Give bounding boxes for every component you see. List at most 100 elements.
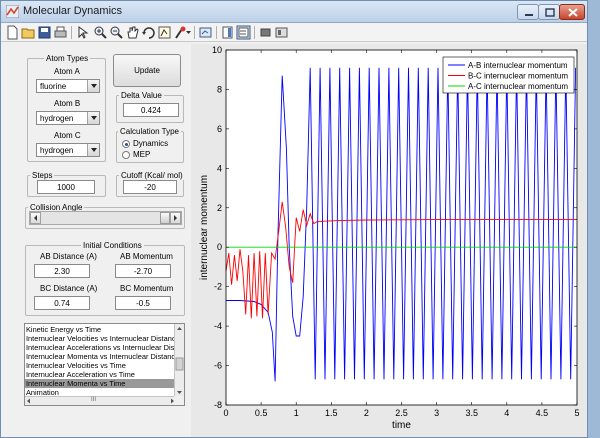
x-tick-label: 1 <box>294 408 299 418</box>
plot-type-listbox[interactable]: Kinetic Energy vs Time Internuclear Velo… <box>24 323 185 406</box>
x-tick-label: 2 <box>364 408 369 418</box>
atom-b-select[interactable]: hydrogen <box>36 111 100 125</box>
close-button[interactable] <box>559 4 585 20</box>
delta-value-input[interactable]: 0.424 <box>123 103 179 117</box>
minimize-icon <box>525 14 533 16</box>
scroll-arrows-icon <box>27 398 174 404</box>
insert-colorbar-icon[interactable] <box>220 25 235 40</box>
atom-a-value: fluorine <box>40 82 67 91</box>
collision-angle-slider[interactable] <box>29 211 182 225</box>
x-tick-label: 5 <box>574 408 579 418</box>
window-title: Molecular Dynamics <box>23 5 123 17</box>
bc-distance-input[interactable]: 0.74 <box>34 296 90 310</box>
list-item[interactable]: Kinetic Energy vs Time <box>25 325 175 334</box>
ab-momentum-input[interactable]: -2.70 <box>115 264 171 278</box>
maximize-icon <box>545 8 555 17</box>
update-button[interactable]: Update <box>113 54 181 87</box>
toolbar-separator <box>254 26 255 39</box>
x-tick-label: 4 <box>504 408 509 418</box>
brush-dropdown-icon[interactable] <box>185 25 192 40</box>
hide-plot-tools-icon[interactable] <box>258 25 273 40</box>
list-vertical-scrollbar[interactable] <box>174 324 184 397</box>
show-plot-tools-icon[interactable] <box>274 25 289 40</box>
y-tick-label: -4 <box>214 321 222 331</box>
bc-momentum-label: BC Momentum <box>120 284 174 293</box>
arrow-left-icon <box>34 215 37 221</box>
close-icon <box>568 8 578 17</box>
momentum-chart[interactable]: 0 0.5 1 1.5 2 2.5 3 3.5 4 4.5 5 -8 -6 -4 -2 0 2 4 6 8 10 time… <box>191 44 587 437</box>
scroll-corner <box>174 396 184 405</box>
steps-panel: Steps 1000 <box>27 171 106 197</box>
x-tick-label: 0 <box>223 408 228 418</box>
ab-momentum-label: AB Momentum <box>120 252 173 261</box>
steps-input[interactable]: 1000 <box>37 180 95 194</box>
y-tick-label: 8 <box>217 84 222 94</box>
list-item[interactable]: Internuclear Momenta vs Internuclear Dis… <box>25 352 175 361</box>
figure-toolbar <box>1 23 587 42</box>
legend-entry: A-B internuclear momentum <box>468 61 568 70</box>
slider-left-button[interactable] <box>30 212 41 224</box>
list-horizontal-scrollbar[interactable]: III <box>25 396 176 405</box>
atom-types-panel: Atom Types Atom A fluorine Atom B hydrog… <box>27 54 106 162</box>
y-tick-label: -8 <box>214 400 222 410</box>
main-window: Molecular Dynamics Atom Types Atom A flu… <box>0 0 588 438</box>
chevron-down-icon <box>87 112 99 124</box>
atom-a-label: Atom A <box>54 67 80 76</box>
cutoff-panel: Cutoff (Kcal/ mol) -20 <box>116 171 185 197</box>
y-axis-label: internuclear momentum <box>199 175 210 280</box>
slider-thumb[interactable] <box>160 212 170 224</box>
x-tick-label: 4.5 <box>536 408 549 418</box>
list-item[interactable]: Internuclear Velocities vs Time <box>25 361 175 370</box>
bc-momentum-input[interactable]: -0.5 <box>115 296 171 310</box>
atom-c-value: hydrogen <box>40 146 74 155</box>
chevron-down-icon <box>87 80 99 92</box>
dynamics-label: Dynamics <box>133 139 169 148</box>
list-item[interactable]: Internuclear Acceleration vs Time <box>25 370 175 379</box>
rotate-3d-icon[interactable] <box>141 25 156 40</box>
atom-b-label: Atom B <box>54 99 81 108</box>
legend-entry: A-C internuclear momentum <box>468 82 568 91</box>
cutoff-input[interactable]: -20 <box>123 180 177 194</box>
legend-entry: B-C internuclear momentum <box>468 72 568 81</box>
atom-c-label: Atom C <box>54 131 81 140</box>
x-tick-label: 1.5 <box>325 408 338 418</box>
y-tick-label: 0 <box>217 242 222 252</box>
data-cursor-icon[interactable] <box>157 25 172 40</box>
new-figure-icon[interactable] <box>5 25 20 40</box>
slider-right-button[interactable] <box>170 212 181 224</box>
print-icon[interactable] <box>53 25 68 40</box>
dynamics-radio[interactable] <box>122 140 130 148</box>
ab-distance-label: AB Distance (A) <box>40 252 97 261</box>
atom-a-select[interactable]: fluorine <box>36 79 100 93</box>
bc-distance-label: BC Distance (A) <box>40 284 98 293</box>
x-tick-label: 3.5 <box>465 408 478 418</box>
arrow-right-icon <box>174 215 177 221</box>
atom-c-select[interactable]: hydrogen <box>36 143 100 157</box>
delta-value-title: Delta Value <box>119 91 164 100</box>
y-tick-label: -6 <box>214 361 222 371</box>
zoom-out-icon[interactable] <box>109 25 124 40</box>
ab-distance-input[interactable]: 2.30 <box>34 264 90 278</box>
delta-value-panel: Delta Value 0.424 <box>116 91 184 123</box>
minimize-button[interactable] <box>517 4 539 20</box>
list-item[interactable]: Internuclear Velocities vs Internuclear … <box>25 334 175 343</box>
pan-hand-icon[interactable] <box>125 25 140 40</box>
open-file-icon[interactable] <box>21 25 36 40</box>
toolbar-separator <box>216 26 217 39</box>
insert-legend-icon[interactable] <box>236 25 251 40</box>
cutoff-title: Cutoff (Kcal/ mol) <box>119 171 185 180</box>
link-plot-icon[interactable] <box>198 25 213 40</box>
mep-radio[interactable] <box>122 151 130 159</box>
y-tick-label: 6 <box>217 124 222 134</box>
y-tick-label: 10 <box>212 45 222 55</box>
scroll-arrows-icon <box>175 327 184 394</box>
mep-label: MEP <box>133 150 151 159</box>
zoom-in-icon[interactable] <box>93 25 108 40</box>
edit-plot-arrow-icon[interactable] <box>75 25 90 40</box>
list-item[interactable]: Internuclear Accelerations vs Internucle… <box>25 343 175 352</box>
x-tick-label: 3 <box>434 408 439 418</box>
save-icon[interactable] <box>37 25 52 40</box>
scroll-grip-glyph: III <box>91 397 97 403</box>
maximize-button[interactable] <box>538 4 560 20</box>
list-item-selected[interactable]: Internuclear Momenta vs Time <box>25 379 175 388</box>
